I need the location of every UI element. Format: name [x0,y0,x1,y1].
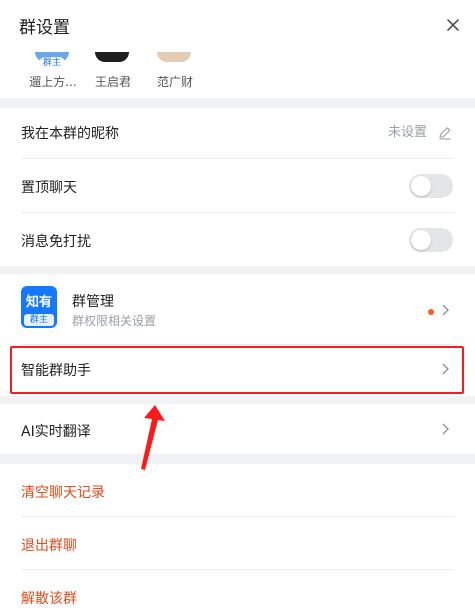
chevron-right-icon [442,423,449,435]
close-icon[interactable] [442,14,464,36]
ai-translate-row[interactable]: AI实时翻译 [0,404,475,454]
group-manage-app-icon: 知有 群主 [21,286,57,328]
group-manage-row[interactable]: 知有 群主 群管理 群权限相关设置 [0,274,475,344]
group-manage-title: 群管理 [72,294,114,310]
pin-chat-label: 置顶聊天 [21,180,77,196]
pin-chat-row: 置顶聊天 [0,159,475,212]
toggle-knob [411,230,431,250]
leave-group-button[interactable]: 退出群聊 [21,535,77,555]
divider [21,344,454,345]
pin-chat-toggle[interactable] [409,174,453,198]
group-manage-subtitle: 群权限相关设置 [72,314,157,328]
member-item[interactable]: 群主 遛上方... [23,52,83,98]
section-separator [0,98,475,108]
chevron-right-icon [442,304,449,316]
avatar [157,52,191,62]
arrow-up-icon [141,405,165,470]
section-separator [0,266,475,274]
section-separator [0,396,475,404]
nickname-row[interactable]: 我在本群的昵称 未设置 [0,108,475,158]
member-name: 王启君 [94,75,131,89]
highlight-box [10,346,464,394]
leave-group-row[interactable]: 退出群聊 [0,517,475,569]
app-icon-badge: 群主 [24,314,54,326]
nickname-label: 我在本群的昵称 [21,126,119,142]
member-name: 范广财 [156,75,193,89]
clear-history-row[interactable]: 清空聊天记录 [0,464,475,516]
avatar [95,52,129,62]
section-separator [0,454,475,464]
dissolve-group-button[interactable]: 解散该群 [21,588,77,608]
edit-icon[interactable] [438,126,452,140]
page-title: 群设置 [19,18,70,38]
dissolve-group-row[interactable]: 解散该群 [0,570,475,607]
app-icon-text: 知有 [25,295,52,310]
owner-badge: 群主 [39,57,65,69]
nickname-value: 未设置 [388,125,428,140]
header: 群设置 [0,0,475,52]
notification-dot [428,309,434,315]
member-list: 群主 遛上方... 王启君 范广财 [0,52,475,98]
group-settings-panel: 群设置 群主 遛上方... 王启君 范广财 我在本群的昵称 未设置 置顶聊天 消… [0,0,475,607]
member-item[interactable]: 范广财 [145,52,205,98]
mute-toggle[interactable] [409,228,453,252]
mute-row: 消息免打扰 [0,213,475,266]
mute-label: 消息免打扰 [21,234,91,250]
ai-translate-label: AI实时翻译 [21,424,91,440]
member-name: 遛上方... [29,75,77,89]
clear-history-button[interactable]: 清空聊天记录 [21,482,105,502]
member-item[interactable]: 王启君 [83,52,143,98]
toggle-knob [411,176,431,196]
